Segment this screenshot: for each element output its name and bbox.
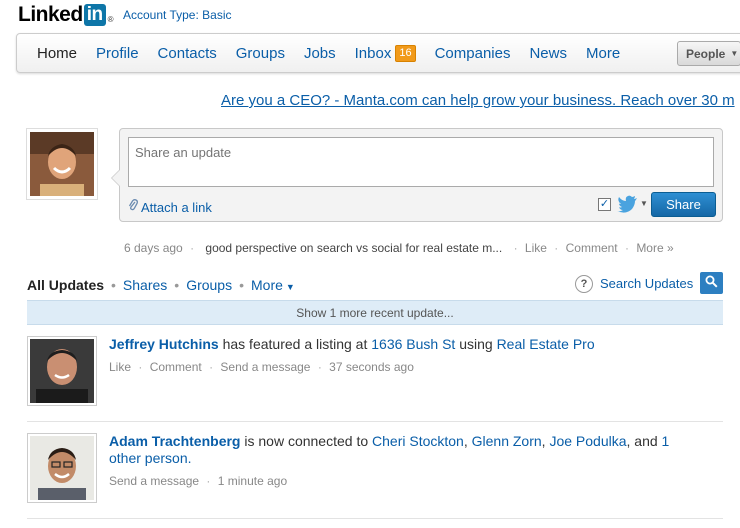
feed-item-body: Adam Trachtenberg is now connected to Ch… (109, 433, 689, 490)
nav-inbox-label: Inbox (354, 44, 392, 62)
listing-link[interactable]: 1636 Bush St (371, 336, 455, 352)
update-filters: All Updates • Shares • Groups • More ▼ (27, 277, 295, 293)
search-updates-link[interactable]: Search Updates (600, 276, 693, 291)
separator-dot: · (513, 241, 518, 255)
show-more-recent-bar[interactable]: Show 1 more recent update... (27, 300, 723, 325)
separator-dot: · (190, 241, 195, 255)
linkedin-logo[interactable]: Linked in ® (18, 3, 114, 27)
main-nav: Home Profile Contacts Groups Jobs Inbox … (16, 33, 740, 73)
twitter-bird-icon[interactable] (617, 195, 639, 213)
app-link[interactable]: Real Estate Pro (497, 336, 595, 352)
filter-shares[interactable]: Shares (123, 277, 167, 293)
search-icon (705, 275, 718, 291)
separator-dot: • (111, 277, 116, 293)
separator-dot: · (209, 360, 214, 374)
member-name-link[interactable]: Adam Trachtenberg (109, 433, 240, 449)
feed-item: Jeffrey Hutchins has featured a listing … (27, 336, 723, 422)
avatar[interactable] (27, 433, 97, 503)
brand-bar: Linked in ® Account Type: Basic (18, 0, 232, 30)
feed-item-headline: Adam Trachtenberg is now connected to Ch… (109, 433, 689, 467)
share-update-input[interactable] (128, 137, 714, 187)
separator-dot: • (174, 277, 180, 293)
feed-item-headline: Jeffrey Hutchins has featured a listing … (109, 336, 689, 353)
feed-text: , (463, 433, 472, 449)
recent-update-text: good perspective on search vs social for… (205, 241, 503, 255)
filter-groups[interactable]: Groups (186, 277, 232, 293)
separator-dot: • (239, 277, 245, 293)
recent-like-link[interactable]: Like (525, 241, 547, 255)
avatar[interactable] (27, 336, 97, 406)
attach-link-button[interactable]: Attach a link (128, 199, 212, 215)
recent-more-link[interactable]: More » (636, 241, 673, 255)
separator-dot: · (317, 360, 322, 374)
feed-item-actions: Like · Comment · Send a message · 37 sec… (109, 359, 689, 376)
paperclip-icon (128, 199, 138, 215)
help-icon[interactable]: ? (575, 275, 593, 293)
separator-dot: · (554, 241, 559, 255)
logo-text: Linked (18, 3, 83, 26)
feed-item-body: Jeffrey Hutchins has featured a listing … (109, 336, 689, 376)
share-update-box: Attach a link ✓ ▼ Share (111, 128, 723, 222)
search-scope-label: People (686, 46, 726, 61)
share-button[interactable]: Share (651, 192, 716, 217)
nav-home[interactable]: Home (37, 45, 77, 62)
like-link[interactable]: Like (109, 360, 131, 374)
filter-all-updates[interactable]: All Updates (27, 277, 104, 293)
chevron-down-icon: ▼ (730, 49, 739, 58)
logo-in-box: in (83, 4, 106, 26)
nav-groups[interactable]: Groups (236, 45, 285, 62)
nav-profile[interactable]: Profile (96, 45, 139, 62)
nav-companies[interactable]: Companies (435, 45, 511, 62)
separator-dot: · (206, 474, 211, 488)
text-ad-link[interactable]: Are you a CEO? - Manta.com can help grow… (221, 92, 735, 109)
nav-news[interactable]: News (529, 45, 567, 62)
chevron-down-icon: ▼ (285, 282, 295, 292)
filter-more-label: More (251, 277, 283, 293)
twitter-checkbox[interactable]: ✓ (598, 198, 611, 211)
registered-mark: ® (107, 15, 114, 24)
nav-more[interactable]: More (586, 45, 620, 62)
my-avatar[interactable] (26, 128, 98, 200)
feed-item: Adam Trachtenberg is now connected to Ch… (27, 433, 723, 519)
my-avatar-photo (30, 132, 94, 196)
avatar-photo (30, 436, 94, 500)
search-scope-dropdown[interactable]: People ▼ (677, 41, 740, 66)
my-recent-update: 6 days ago · good perspective on search … (124, 241, 674, 255)
separator-dot: · (138, 360, 143, 374)
timestamp: 37 seconds ago (329, 360, 414, 374)
feed-text: is now connected to (240, 433, 373, 449)
member-name-link[interactable]: Jeffrey Hutchins (109, 336, 219, 352)
nav-contacts[interactable]: Contacts (158, 45, 217, 62)
feed-text: using (455, 336, 497, 352)
inbox-count-badge: 16 (395, 44, 416, 62)
avatar-photo (30, 339, 94, 403)
filter-more[interactable]: More ▼ (251, 277, 295, 293)
recent-update-time: 6 days ago (124, 241, 183, 255)
attach-link-label: Attach a link (141, 199, 212, 215)
timestamp: 1 minute ago (217, 474, 288, 488)
send-message-link[interactable]: Send a message (220, 360, 310, 374)
connection-link[interactable]: Joe Podulka (549, 433, 626, 449)
recent-comment-link[interactable]: Comment (566, 241, 618, 255)
feed-text: , and (626, 433, 662, 449)
twitter-options-chevron-icon[interactable]: ▼ (640, 199, 648, 208)
feed-item-actions: Send a message · 1 minute ago (109, 473, 689, 490)
connection-link[interactable]: Cheri Stockton (372, 433, 464, 449)
feed-text: has featured a listing at (218, 336, 372, 352)
separator-dot: · (624, 241, 629, 255)
connection-link[interactable]: Glenn Zorn (472, 433, 542, 449)
send-message-link[interactable]: Send a message (109, 474, 199, 488)
nav-jobs[interactable]: Jobs (304, 45, 336, 62)
comment-link[interactable]: Comment (150, 360, 202, 374)
search-updates-button[interactable] (700, 272, 723, 294)
account-type-link[interactable]: Account Type: Basic (123, 8, 232, 22)
nav-inbox[interactable]: Inbox 16 (354, 44, 416, 62)
